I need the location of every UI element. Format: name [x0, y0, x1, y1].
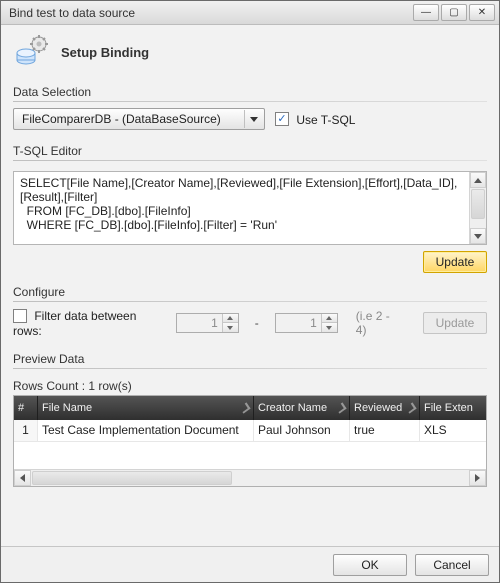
scroll-track[interactable]: [31, 470, 469, 486]
database-gear-icon: [13, 33, 51, 71]
horizontal-scrollbar[interactable]: [14, 469, 486, 486]
grid-body[interactable]: 1 Test Case Implementation Document Paul…: [14, 420, 486, 469]
filter-rows-checkbox[interactable]: Filter data between rows:: [13, 308, 166, 338]
page-title: Setup Binding: [61, 45, 149, 60]
step-down-icon[interactable]: [222, 322, 238, 332]
checkbox-icon: [275, 112, 289, 126]
range-dash: -: [255, 316, 259, 330]
chevron-down-icon: [244, 110, 262, 128]
dialog-footer: OK Cancel: [1, 546, 499, 582]
section-tsql-editor: T-SQL Editor: [13, 144, 487, 158]
step-down-icon[interactable]: [321, 322, 337, 332]
divider: [13, 368, 487, 369]
filter-icon[interactable]: [335, 402, 346, 413]
scroll-track[interactable]: [470, 188, 486, 228]
section-preview: Preview Data: [13, 352, 487, 366]
rows-to-value: 1: [276, 314, 321, 332]
preview-grid: # File Name Creator Name Reviewed File E…: [13, 395, 487, 487]
client-area: Setup Binding Data Selection FileCompare…: [1, 25, 499, 546]
close-button[interactable]: ✕: [469, 4, 495, 21]
rows-from-stepper[interactable]: 1: [176, 313, 239, 333]
minimize-button[interactable]: —: [413, 4, 439, 21]
tsql-text[interactable]: SELECT[File Name],[Creator Name],[Review…: [14, 172, 469, 244]
tsql-editor[interactable]: SELECT[File Name],[Creator Name],[Review…: [13, 171, 487, 245]
maximize-button[interactable]: ▢: [441, 4, 467, 21]
rows-to-stepper[interactable]: 1: [275, 313, 338, 333]
range-hint: (i.e 2 - 4): [356, 309, 403, 337]
use-tsql-checkbox[interactable]: Use T-SQL: [275, 112, 355, 127]
section-data-selection: Data Selection: [13, 85, 487, 99]
cell-file-ext: XLS: [420, 420, 486, 441]
section-configure: Configure: [13, 285, 487, 299]
scroll-up-icon[interactable]: [470, 172, 486, 188]
use-tsql-label: Use T-SQL: [296, 112, 355, 126]
divider: [13, 160, 487, 161]
tsql-update-button[interactable]: Update: [423, 251, 487, 273]
grid-header: # File Name Creator Name Reviewed File E…: [14, 396, 486, 420]
data-selection-row: FileComparerDB - (DataBaseSource) Use T-…: [13, 108, 487, 130]
divider: [13, 301, 487, 302]
rows-from-value: 1: [177, 314, 222, 332]
header: Setup Binding: [13, 25, 487, 81]
col-creator[interactable]: Creator Name: [254, 396, 350, 420]
scroll-thumb[interactable]: [32, 471, 232, 485]
step-up-icon[interactable]: [222, 314, 238, 323]
configure-row: Filter data between rows: 1 - 1 (i.e 2 -…: [13, 308, 487, 338]
datasource-dropdown[interactable]: FileComparerDB - (DataBaseSource): [13, 108, 265, 130]
checkbox-icon: [13, 309, 27, 323]
col-file-ext[interactable]: File Exten: [420, 396, 486, 420]
scroll-right-icon[interactable]: [469, 470, 486, 486]
col-reviewed[interactable]: Reviewed: [350, 396, 420, 420]
window-title: Bind test to data source: [9, 6, 411, 20]
scroll-down-icon[interactable]: [470, 228, 486, 244]
cell-reviewed: true: [350, 420, 420, 441]
scroll-thumb[interactable]: [471, 189, 485, 219]
datasource-selected: FileComparerDB - (DataBaseSource): [22, 112, 244, 126]
vertical-scrollbar[interactable]: [469, 172, 486, 244]
col-file-name[interactable]: File Name: [38, 396, 254, 420]
rows-count-label: Rows Count : 1 row(s): [13, 379, 487, 393]
scroll-left-icon[interactable]: [14, 470, 31, 486]
filter-icon[interactable]: [239, 402, 250, 413]
filter-icon[interactable]: [405, 402, 416, 413]
filter-rows-label: Filter data between rows:: [13, 309, 136, 338]
cell-file-name: Test Case Implementation Document: [38, 420, 254, 441]
divider: [13, 101, 487, 102]
ok-button[interactable]: OK: [333, 554, 407, 576]
table-row[interactable]: 1 Test Case Implementation Document Paul…: [14, 420, 486, 442]
step-up-icon[interactable]: [321, 314, 337, 323]
dialog-window: Bind test to data source — ▢ ✕: [0, 0, 500, 583]
col-number[interactable]: #: [14, 396, 38, 420]
cell-num: 1: [14, 420, 38, 441]
title-bar[interactable]: Bind test to data source — ▢ ✕: [1, 1, 499, 25]
cancel-button[interactable]: Cancel: [415, 554, 489, 576]
cell-creator: Paul Johnson: [254, 420, 350, 441]
configure-update-button: Update: [423, 312, 487, 334]
